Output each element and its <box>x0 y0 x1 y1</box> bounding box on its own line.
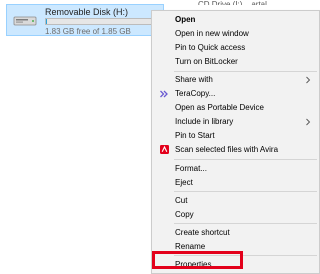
menu-item-eject[interactable]: Eject <box>152 177 319 189</box>
context-menu: Open Open in new window Pin to Quick acc… <box>151 10 320 274</box>
drive-free-space: 1.83 GB free of 1.85 GB <box>45 27 131 36</box>
menu-item-label: Create shortcut <box>175 228 230 237</box>
menu-item-pin-quick-access[interactable]: Pin to Quick access <box>152 42 319 54</box>
menu-item-label: Turn on BitLocker <box>175 57 238 66</box>
menu-item-pin-to-start[interactable]: Pin to Start <box>152 130 319 142</box>
chevron-right-icon <box>306 76 311 84</box>
menu-item-label: Share with <box>175 75 213 84</box>
menu-item-label: Open in new window <box>175 29 249 38</box>
menu-item-label: Format... <box>175 164 208 173</box>
drive-usage-fill <box>46 19 48 24</box>
menu-separator <box>174 191 317 192</box>
menu-item-create-shortcut[interactable]: Create shortcut <box>152 227 319 239</box>
menu-item-scan-avira[interactable]: Scan selected files with Avira <box>152 144 319 156</box>
menu-item-label: Open as Portable Device <box>175 103 264 112</box>
menu-item-label: Pin to Start <box>175 131 215 140</box>
menu-item-share-with[interactable]: Share with <box>152 74 319 86</box>
menu-item-label: Eject <box>175 178 193 187</box>
avira-icon <box>160 145 169 154</box>
chevron-right-icon <box>306 118 311 126</box>
menu-item-cut[interactable]: Cut <box>152 195 319 207</box>
drive-usage-bar <box>45 18 157 25</box>
drive-name: Removable Disk (H:) <box>45 7 129 17</box>
menu-item-open-portable-device[interactable]: Open as Portable Device <box>152 102 319 114</box>
menu-item-label: TeraCopy... <box>175 89 216 98</box>
background-drive-label: CD Drive (I:) ...artal <box>198 0 267 5</box>
menu-item-copy[interactable]: Copy <box>152 209 319 221</box>
teracopy-icon <box>160 90 168 98</box>
menu-item-bitlocker[interactable]: Turn on BitLocker <box>152 56 319 68</box>
menu-item-open[interactable]: Open <box>152 14 319 26</box>
menu-item-open-new-window[interactable]: Open in new window <box>152 28 319 40</box>
properties-highlight-box <box>152 251 243 269</box>
menu-item-label: Open <box>175 15 196 24</box>
menu-separator <box>174 159 317 160</box>
menu-item-include-in-library[interactable]: Include in library <box>152 116 319 128</box>
menu-item-teracopy[interactable]: TeraCopy... <box>152 88 319 100</box>
menu-item-label: Include in library <box>175 117 234 126</box>
drive-icon <box>13 16 37 26</box>
menu-separator <box>174 71 317 72</box>
menu-item-label: Scan selected files with Avira <box>175 145 279 154</box>
menu-separator <box>174 223 317 224</box>
menu-item-label: Pin to Quick access <box>175 43 246 52</box>
removable-disk-tile[interactable]: Removable Disk (H:) 1.83 GB free of 1.85… <box>6 4 164 36</box>
menu-item-label: Cut <box>175 196 188 205</box>
menu-item-label: Copy <box>175 210 194 219</box>
menu-item-format[interactable]: Format... <box>152 163 319 175</box>
